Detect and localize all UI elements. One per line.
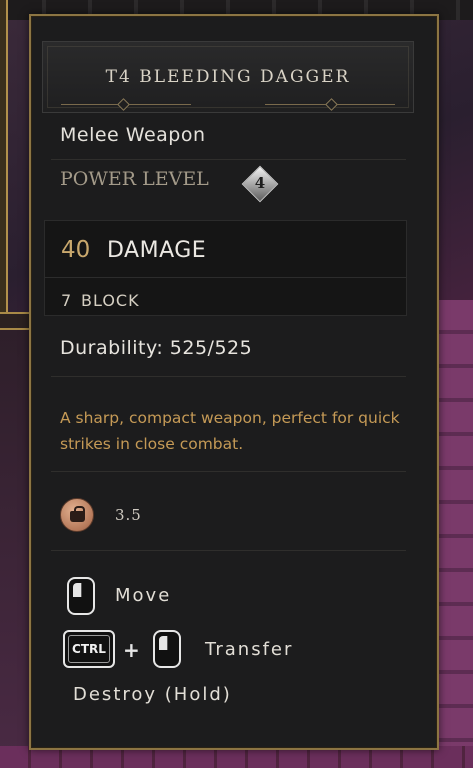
inventory-frame-edge [0,0,8,330]
ctrl-key-icon: CTRL [63,630,115,668]
divider [51,550,406,551]
block-value: 7 [61,291,72,310]
destroy-label: Destroy (Hold) [73,684,232,705]
power-level-gem-icon: 4 [241,165,279,203]
title-ornament-left [61,98,191,111]
plus-sign: + [123,638,140,662]
power-level-label: POWER LEVEL [60,168,209,190]
weight-value: 3.5 [115,506,142,524]
weapon-type: Melee Weapon [60,124,206,146]
item-description: A sharp, compact weapon, perfect for qui… [60,409,400,453]
background-floor-right [433,300,473,768]
divider [51,471,406,472]
transfer-label: Transfer [205,639,294,660]
block-label: BLOCK [81,291,140,310]
divider [51,376,406,377]
durability: Durability: 525/525 [60,337,253,359]
weight-icon [60,498,94,532]
damage-value: 40 [61,237,91,263]
damage-label: DAMAGE [107,238,207,263]
title-plate: T4 BLEEDING DAGGER [42,41,414,113]
stats-box: 40 DAMAGE 7 BLOCK [44,220,407,316]
left-mouse-button-icon [67,577,95,615]
stats-divider [45,277,406,278]
left-mouse-button-icon [153,630,181,668]
background-wall [0,330,30,768]
divider [51,159,406,160]
item-title: T4 BLEEDING DAGGER [105,67,351,87]
move-label: Move [115,585,172,606]
item-tooltip: T4 BLEEDING DAGGER Melee Weapon POWER LE… [29,14,439,750]
power-level-value: 4 [254,174,266,192]
title-ornament-right [265,98,395,111]
